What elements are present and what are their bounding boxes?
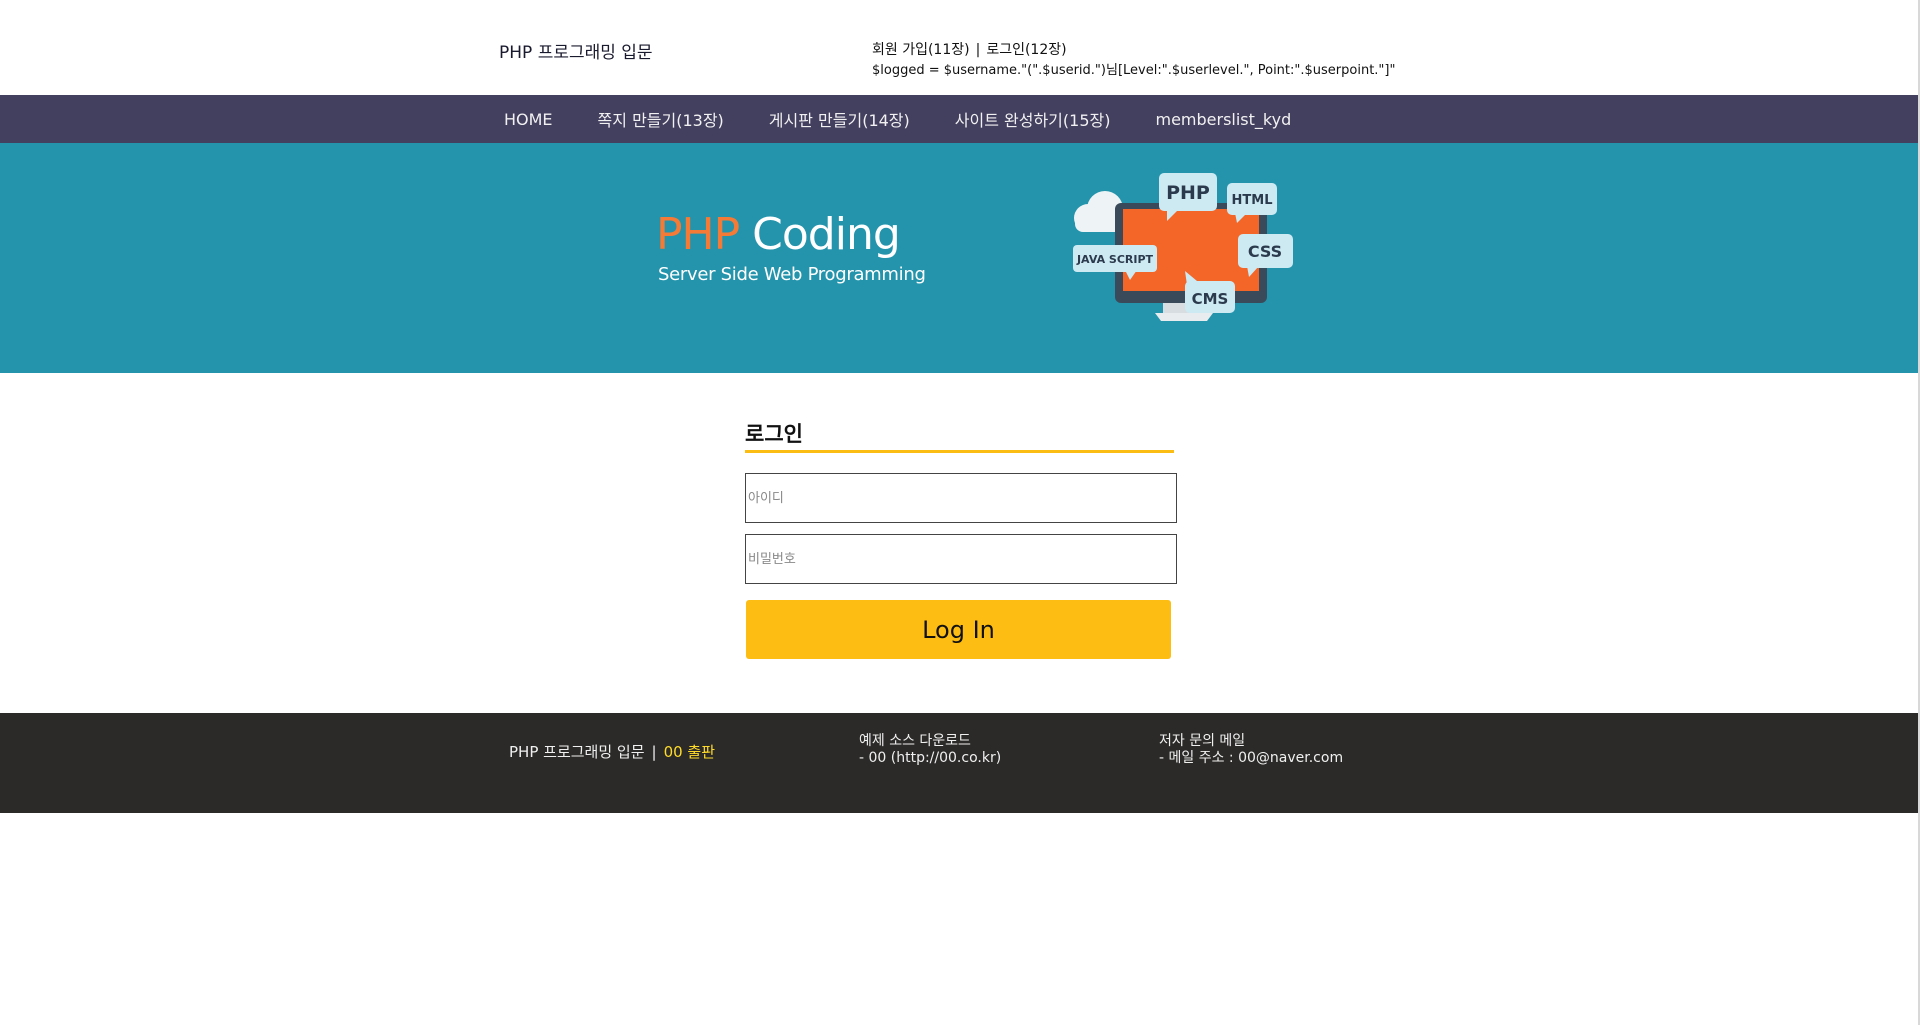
- footer-download-title: 예제 소스 다운로드: [859, 733, 971, 749]
- footer-separator: |: [651, 743, 657, 761]
- main-banner: PHP Coding Server Side Web Programming P…: [0, 143, 1919, 373]
- banner-logo: PHP Coding: [656, 209, 901, 260]
- password-input[interactable]: [745, 534, 1177, 584]
- svg-text:JAVA SCRIPT: JAVA SCRIPT: [1076, 253, 1154, 266]
- footer-book-title: PHP 프로그래밍 입문: [509, 743, 645, 761]
- nav-home[interactable]: HOME: [504, 110, 553, 129]
- login-title: 로그인: [745, 422, 803, 446]
- nav-memberslist[interactable]: memberslist_kyd: [1155, 110, 1291, 129]
- monitor-illustration: PHP HTML CSS JAVA SCRIPT CMS: [1073, 173, 1293, 321]
- nav-message[interactable]: 쪽지 만들기(13장): [598, 107, 724, 131]
- footer-download-link: - 00 (http://00.co.kr): [859, 750, 1002, 766]
- svg-text:HTML: HTML: [1232, 193, 1273, 208]
- main-nav: HOME 쪽지 만들기(13장) 게시판 만들기(14장) 사이트 완성하기(1…: [0, 95, 1919, 143]
- footer-mail-title: 저자 문의 메일: [1159, 733, 1246, 749]
- id-input[interactable]: [745, 473, 1177, 523]
- svg-text:CMS: CMS: [1192, 290, 1229, 308]
- footer-book-info: PHP 프로그래밍 입문 | 00 출판: [509, 741, 715, 762]
- footer-contact: 저자 문의 메일 - 메일 주소 : 00@naver.com: [1159, 733, 1343, 767]
- nav-site-complete[interactable]: 사이트 완성하기(15장): [955, 107, 1111, 131]
- svg-text:PHP: PHP: [1166, 182, 1210, 204]
- logged-status-text: $logged = $username."(".$userid.")님[Leve…: [872, 63, 1396, 78]
- link-separator: |: [975, 42, 981, 58]
- top-links: 회원 가입(11장) | 로그인(12장): [872, 42, 1067, 59]
- login-button[interactable]: Log In: [746, 600, 1171, 659]
- footer-publisher: 00 출판: [663, 743, 716, 761]
- banner-subtitle: Server Side Web Programming: [658, 264, 926, 285]
- footer-mail-address: - 메일 주소 : 00@naver.com: [1159, 750, 1344, 766]
- login-link[interactable]: 로그인(12장): [986, 42, 1066, 58]
- login-title-underline: [745, 450, 1174, 453]
- logo-coding-text: Coding: [752, 209, 901, 260]
- site-footer: PHP 프로그래밍 입문 | 00 출판 예제 소스 다운로드 - 00 (http…: [0, 713, 1919, 813]
- footer-download: 예제 소스 다운로드 - 00 (http://00.co.kr): [859, 733, 1001, 767]
- svg-text:CSS: CSS: [1248, 242, 1282, 261]
- logo-php-text: PHP: [656, 209, 740, 260]
- nav-board[interactable]: 게시판 만들기(14장): [769, 107, 910, 131]
- site-title: PHP 프로그래밍 입문: [499, 43, 653, 63]
- join-link[interactable]: 회원 가입(11장): [872, 42, 970, 58]
